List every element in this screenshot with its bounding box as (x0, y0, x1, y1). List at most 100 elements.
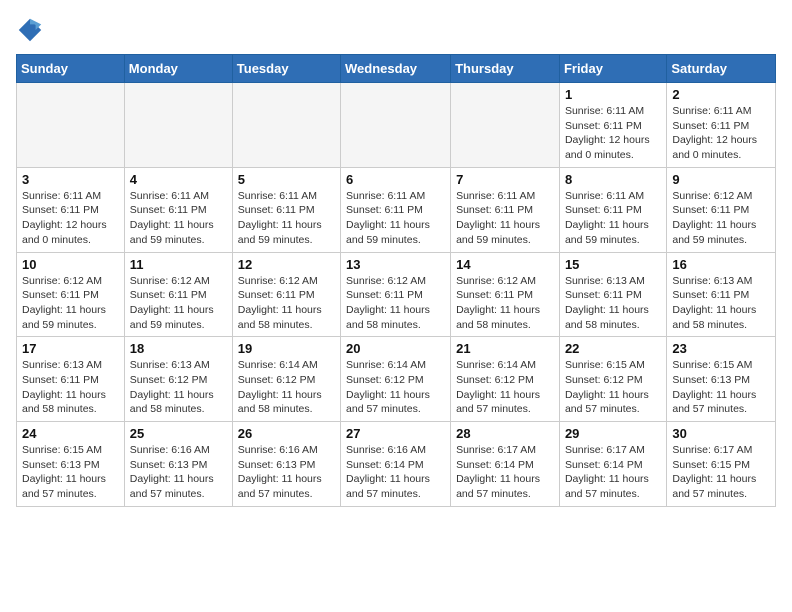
day-info: Sunrise: 6:15 AMSunset: 6:12 PMDaylight:… (565, 358, 661, 417)
calendar-day-cell: 29 Sunrise: 6:17 AMSunset: 6:14 PMDayligh… (559, 422, 666, 507)
day-info: Sunrise: 6:16 AMSunset: 6:13 PMDaylight:… (130, 443, 227, 502)
calendar-day-cell (17, 83, 125, 168)
day-info: Sunrise: 6:11 AMSunset: 6:11 PMDaylight:… (672, 104, 770, 163)
calendar-day-cell: 22 Sunrise: 6:15 AMSunset: 6:12 PMDayligh… (559, 337, 666, 422)
calendar-day-cell: 7Sunrise: 6:11 AMSunset: 6:11 PMDaylight… (451, 167, 560, 252)
calendar-day-cell: 9 Sunrise: 6:12 AMSunset: 6:11 PMDaylight… (667, 167, 776, 252)
day-number: 19 (238, 341, 335, 356)
column-header-tuesday: Tuesday (232, 55, 340, 83)
calendar-week-2: 3 Sunrise: 6:11 AMSunset: 6:11 PMDaylight… (17, 167, 776, 252)
day-info: Sunrise: 6:15 AMSunset: 6:13 PMDaylight:… (22, 443, 119, 502)
day-info: Sunrise: 6:17 AMSunset: 6:14 PMDaylight:… (565, 443, 661, 502)
calendar-day-cell: 3 Sunrise: 6:11 AMSunset: 6:11 PMDaylight… (17, 167, 125, 252)
day-number: 13 (346, 257, 445, 272)
column-header-sunday: Sunday (17, 55, 125, 83)
day-number: 25 (130, 426, 227, 441)
calendar-week-4: 17 Sunrise: 6:13 AMSunset: 6:11 PMDayligh… (17, 337, 776, 422)
calendar-day-cell: 30 Sunrise: 6:17 AMSunset: 6:15 PMDayligh… (667, 422, 776, 507)
day-info: Sunrise: 6:11 AMSunset: 6:11 PMDaylight:… (456, 189, 554, 248)
logo (16, 16, 48, 44)
day-info: Sunrise: 6:11 AMSunset: 6:11 PMDaylight:… (565, 189, 661, 248)
calendar-day-cell: 25 Sunrise: 6:16 AMSunset: 6:13 PMDayligh… (124, 422, 232, 507)
day-info: Sunrise: 6:14 AMSunset: 6:12 PMDaylight:… (346, 358, 445, 417)
calendar-table: SundayMondayTuesdayWednesdayThursdayFrid… (16, 54, 776, 507)
calendar-day-cell: 13 Sunrise: 6:12 AMSunset: 6:11 PMDayligh… (341, 252, 451, 337)
day-info: Sunrise: 6:14 AMSunset: 6:12 PMDaylight:… (456, 358, 554, 417)
column-header-thursday: Thursday (451, 55, 560, 83)
day-info: Sunrise: 6:12 AMSunset: 6:11 PMDaylight:… (130, 274, 227, 333)
day-number: 11 (130, 257, 227, 272)
column-header-saturday: Saturday (667, 55, 776, 83)
day-number: 4 (130, 172, 227, 187)
calendar-day-cell: 4Sunrise: 6:11 AMSunset: 6:11 PMDaylight… (124, 167, 232, 252)
day-info: Sunrise: 6:12 AMSunset: 6:11 PMDaylight:… (22, 274, 119, 333)
calendar-day-cell: 28Sunrise: 6:17 AMSunset: 6:14 PMDayligh… (451, 422, 560, 507)
calendar-day-cell: 27Sunrise: 6:16 AMSunset: 6:14 PMDayligh… (341, 422, 451, 507)
calendar-week-5: 24 Sunrise: 6:15 AMSunset: 6:13 PMDayligh… (17, 422, 776, 507)
calendar-day-cell: 15 Sunrise: 6:13 AMSunset: 6:11 PMDayligh… (559, 252, 666, 337)
calendar-header-row: SundayMondayTuesdayWednesdayThursdayFrid… (17, 55, 776, 83)
calendar-day-cell (341, 83, 451, 168)
day-info: Sunrise: 6:15 AMSunset: 6:13 PMDaylight:… (672, 358, 770, 417)
calendar-week-1: 1Sunrise: 6:11 AMSunset: 6:11 PMDaylight… (17, 83, 776, 168)
calendar-day-cell (124, 83, 232, 168)
page-header (16, 16, 776, 44)
calendar-day-cell: 2 Sunrise: 6:11 AMSunset: 6:11 PMDaylight… (667, 83, 776, 168)
day-number: 28 (456, 426, 554, 441)
day-number: 8 (565, 172, 661, 187)
calendar-day-cell: 12 Sunrise: 6:12 AMSunset: 6:11 PMDayligh… (232, 252, 340, 337)
calendar-day-cell: 18Sunrise: 6:13 AMSunset: 6:12 PMDayligh… (124, 337, 232, 422)
day-number: 9 (672, 172, 770, 187)
day-info: Sunrise: 6:11 AMSunset: 6:11 PMDaylight:… (238, 189, 335, 248)
calendar-day-cell: 14 Sunrise: 6:12 AMSunset: 6:11 PMDayligh… (451, 252, 560, 337)
calendar-day-cell: 16Sunrise: 6:13 AMSunset: 6:11 PMDayligh… (667, 252, 776, 337)
calendar-day-cell: 8 Sunrise: 6:11 AMSunset: 6:11 PMDaylight… (559, 167, 666, 252)
day-info: Sunrise: 6:12 AMSunset: 6:11 PMDaylight:… (456, 274, 554, 333)
day-info: Sunrise: 6:17 AMSunset: 6:15 PMDaylight:… (672, 443, 770, 502)
calendar-day-cell: 10 Sunrise: 6:12 AMSunset: 6:11 PMDayligh… (17, 252, 125, 337)
day-info: Sunrise: 6:13 AMSunset: 6:11 PMDaylight:… (565, 274, 661, 333)
day-info: Sunrise: 6:11 AMSunset: 6:11 PMDaylight:… (22, 189, 119, 248)
calendar-week-3: 10 Sunrise: 6:12 AMSunset: 6:11 PMDayligh… (17, 252, 776, 337)
calendar-day-cell (451, 83, 560, 168)
calendar-day-cell (232, 83, 340, 168)
calendar-day-cell: 5 Sunrise: 6:11 AMSunset: 6:11 PMDaylight… (232, 167, 340, 252)
day-info: Sunrise: 6:13 AMSunset: 6:11 PMDaylight:… (22, 358, 119, 417)
day-number: 29 (565, 426, 661, 441)
column-header-monday: Monday (124, 55, 232, 83)
day-number: 23 (672, 341, 770, 356)
day-number: 15 (565, 257, 661, 272)
day-number: 3 (22, 172, 119, 187)
day-number: 22 (565, 341, 661, 356)
day-number: 24 (22, 426, 119, 441)
day-number: 27 (346, 426, 445, 441)
day-number: 30 (672, 426, 770, 441)
day-number: 17 (22, 341, 119, 356)
day-info: Sunrise: 6:14 AMSunset: 6:12 PMDaylight:… (238, 358, 335, 417)
day-info: Sunrise: 6:11 AMSunset: 6:11 PMDaylight:… (565, 104, 661, 163)
day-number: 26 (238, 426, 335, 441)
column-header-wednesday: Wednesday (341, 55, 451, 83)
logo-icon (16, 16, 44, 44)
calendar-day-cell: 23 Sunrise: 6:15 AMSunset: 6:13 PMDayligh… (667, 337, 776, 422)
day-info: Sunrise: 6:12 AMSunset: 6:11 PMDaylight:… (346, 274, 445, 333)
calendar-day-cell: 17 Sunrise: 6:13 AMSunset: 6:11 PMDayligh… (17, 337, 125, 422)
calendar-day-cell: 20 Sunrise: 6:14 AMSunset: 6:12 PMDayligh… (341, 337, 451, 422)
calendar-day-cell: 21 Sunrise: 6:14 AMSunset: 6:12 PMDayligh… (451, 337, 560, 422)
day-number: 10 (22, 257, 119, 272)
day-number: 20 (346, 341, 445, 356)
day-number: 21 (456, 341, 554, 356)
calendar-day-cell: 24 Sunrise: 6:15 AMSunset: 6:13 PMDayligh… (17, 422, 125, 507)
day-number: 2 (672, 87, 770, 102)
day-number: 12 (238, 257, 335, 272)
calendar-day-cell: 11 Sunrise: 6:12 AMSunset: 6:11 PMDayligh… (124, 252, 232, 337)
column-header-friday: Friday (559, 55, 666, 83)
day-info: Sunrise: 6:16 AMSunset: 6:13 PMDaylight:… (238, 443, 335, 502)
day-info: Sunrise: 6:12 AMSunset: 6:11 PMDaylight:… (238, 274, 335, 333)
day-number: 5 (238, 172, 335, 187)
day-info: Sunrise: 6:12 AMSunset: 6:11 PMDaylight:… (672, 189, 770, 248)
day-info: Sunrise: 6:13 AMSunset: 6:11 PMDaylight:… (672, 274, 770, 333)
day-number: 14 (456, 257, 554, 272)
calendar-day-cell: 6Sunrise: 6:11 AMSunset: 6:11 PMDaylight… (341, 167, 451, 252)
day-number: 18 (130, 341, 227, 356)
